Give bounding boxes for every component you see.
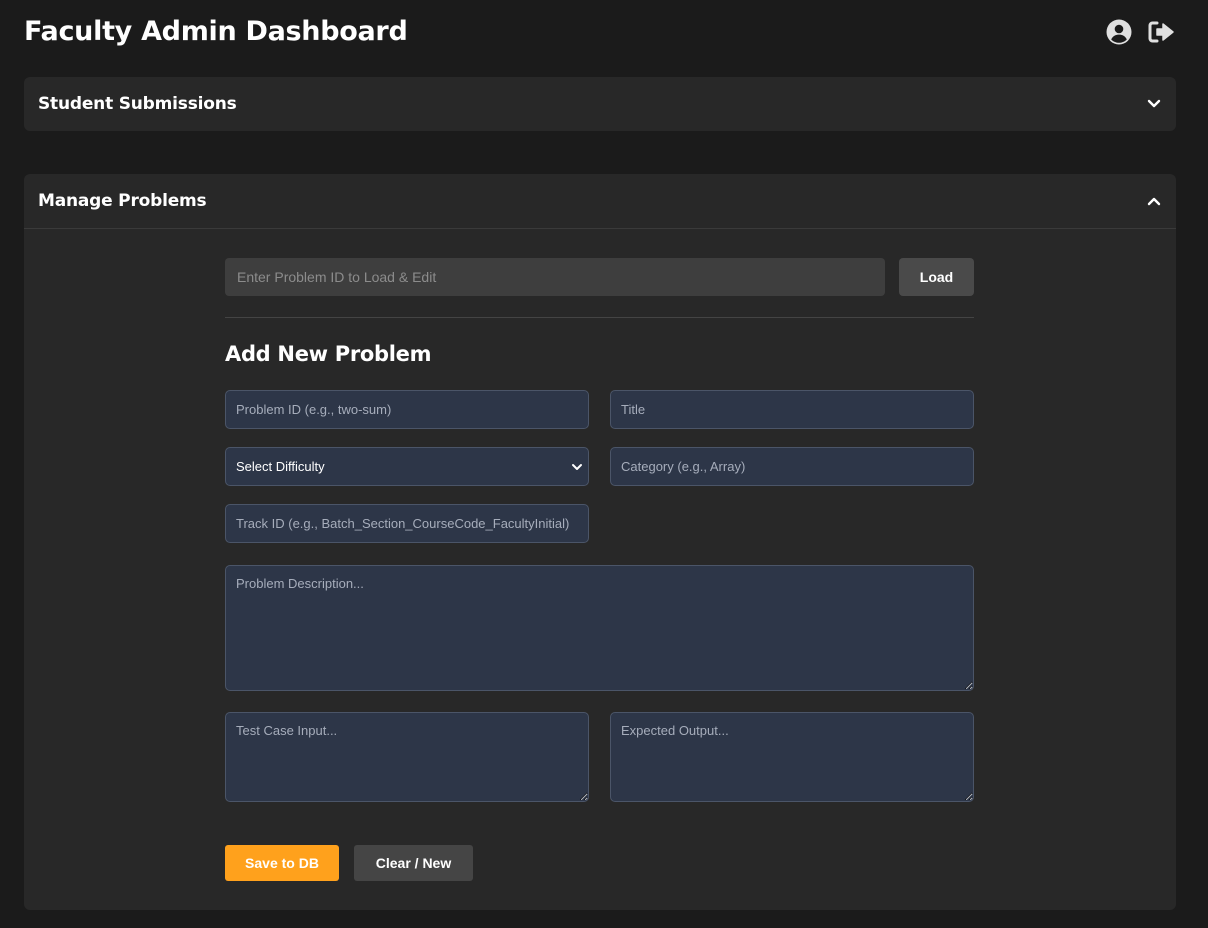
manage-problems-header[interactable]: Manage Problems: [24, 174, 1176, 229]
test-case-input-field[interactable]: [225, 712, 589, 802]
header: Faculty Admin Dashboard: [0, 0, 1208, 70]
student-submissions-panel: Student Submissions: [24, 77, 1176, 131]
user-circle-icon: [1106, 19, 1132, 45]
problem-description-field[interactable]: [225, 565, 974, 691]
chevron-down-icon: [1146, 96, 1162, 112]
manage-problems-panel: Manage Problems Load Add New Problem Sel…: [24, 174, 1176, 910]
difficulty-select-wrapper: Select Difficulty: [225, 447, 589, 486]
expected-output-field[interactable]: [610, 712, 974, 802]
track-id-field[interactable]: [225, 504, 589, 543]
manage-problems-title: Manage Problems: [38, 191, 207, 211]
load-problem-id-input[interactable]: [225, 258, 885, 296]
load-button[interactable]: Load: [899, 258, 974, 296]
save-to-db-button[interactable]: Save to DB: [225, 845, 339, 881]
title-field[interactable]: [610, 390, 974, 429]
difficulty-select[interactable]: Select Difficulty: [225, 447, 589, 486]
page-title: Faculty Admin Dashboard: [24, 16, 408, 47]
logout-button[interactable]: [1148, 18, 1176, 46]
chevron-up-icon: [1146, 193, 1162, 209]
form-title: Add New Problem: [225, 342, 432, 366]
clear-new-button[interactable]: Clear / New: [354, 845, 473, 881]
student-submissions-header[interactable]: Student Submissions: [24, 77, 1176, 131]
problem-id-field[interactable]: [225, 390, 589, 429]
divider: [225, 317, 974, 318]
profile-button[interactable]: [1105, 18, 1133, 46]
student-submissions-title: Student Submissions: [38, 94, 237, 114]
sign-out-icon: [1148, 21, 1174, 43]
category-field[interactable]: [610, 447, 974, 486]
